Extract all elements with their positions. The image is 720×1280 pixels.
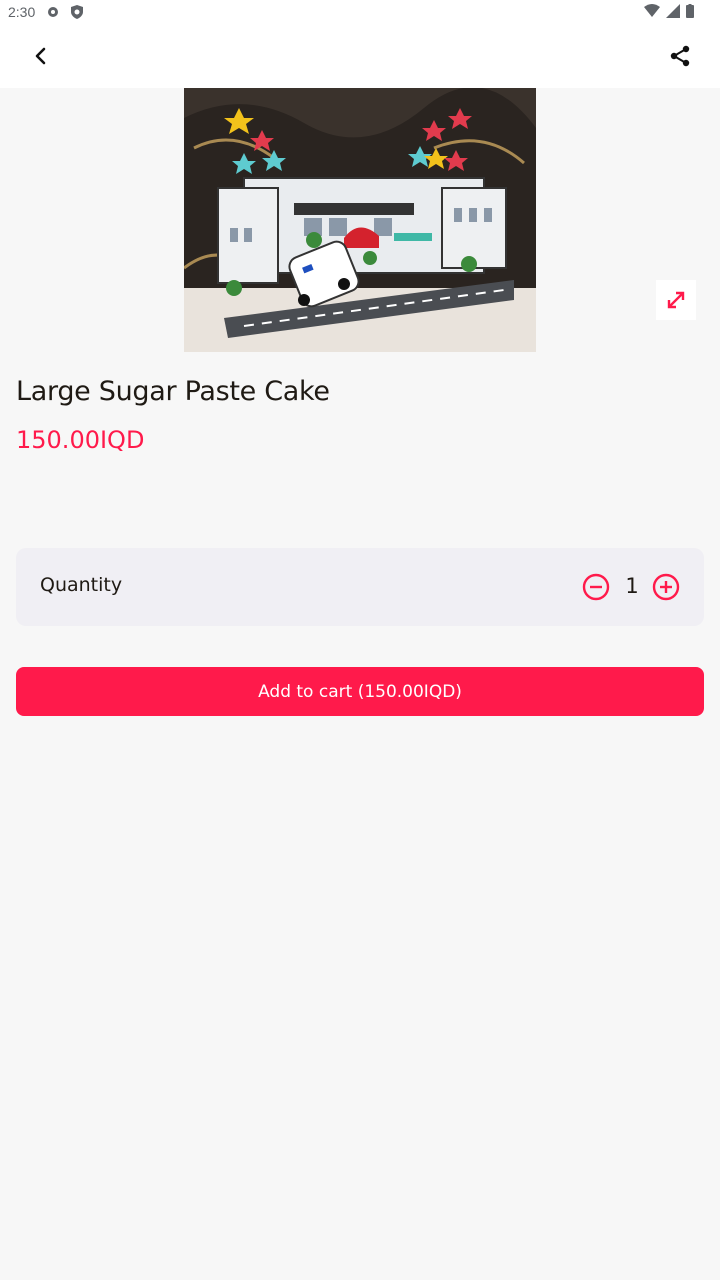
product-image (184, 88, 536, 352)
add-to-cart-button[interactable]: Add to cart (150.00IQD) (16, 667, 704, 716)
cake-illustration (184, 88, 536, 352)
settings-icon (48, 7, 58, 17)
share-button[interactable] (664, 40, 696, 72)
status-time: 2:30 (8, 4, 36, 20)
back-button[interactable] (24, 40, 56, 72)
quantity-increase-button[interactable] (652, 573, 680, 601)
signal-icon (666, 4, 680, 18)
quantity-label: Quantity (40, 574, 123, 596)
status-icons-right (644, 4, 694, 18)
status-icons-left (45, 4, 85, 20)
expand-icon (667, 291, 685, 309)
plus-circle-icon (652, 573, 680, 601)
quantity-value: 1 (625, 574, 639, 598)
share-icon (670, 45, 690, 67)
expand-image-button[interactable] (656, 280, 696, 320)
add-to-cart-label: Add to cart (150.00IQD) (258, 681, 462, 702)
wifi-icon (644, 4, 660, 17)
status-bar: 2:30 (0, 0, 720, 24)
app-bar (0, 24, 720, 88)
battery-icon (686, 4, 694, 18)
shield-icon (71, 5, 83, 19)
minus-circle-icon (582, 573, 610, 601)
quantity-card: Quantity 1 (16, 548, 704, 626)
back-arrow-icon (35, 47, 46, 65)
product-price: 150.00IQD (16, 426, 145, 454)
quantity-decrease-button[interactable] (582, 573, 610, 601)
product-title: Large Sugar Paste Cake (16, 376, 330, 407)
